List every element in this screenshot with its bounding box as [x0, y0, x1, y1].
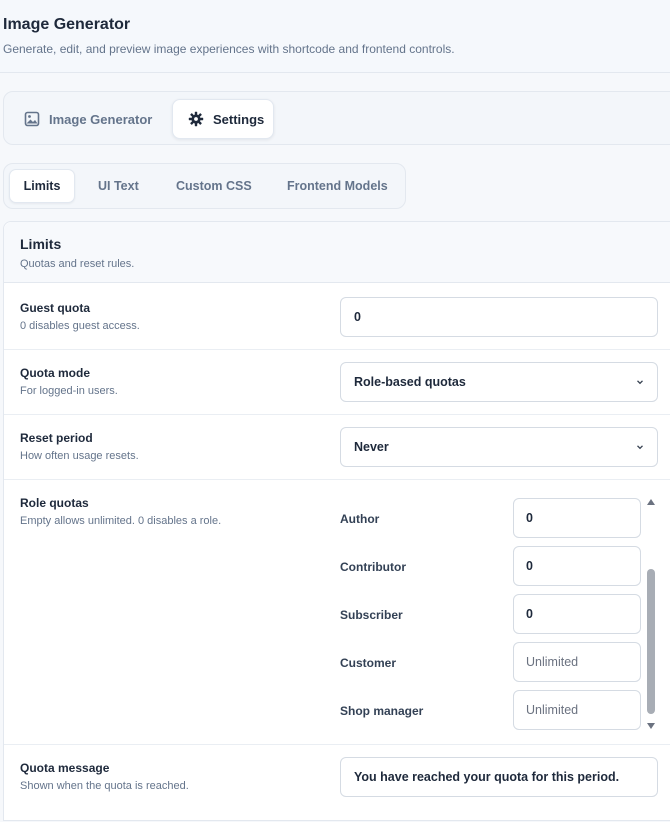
role-quotas-help: Empty allows unlimited. 0 disables a rol…: [20, 515, 222, 527]
page-header: Image Generator Generate, edit, and prev…: [0, 0, 670, 73]
tab-label: Image Generator: [49, 111, 153, 127]
role-input-subscriber[interactable]: 0: [513, 594, 641, 634]
reset-period-label: Reset period: [20, 431, 93, 445]
reset-period-select[interactable]: Never: [340, 427, 658, 467]
subtab-frontend-models[interactable]: Frontend Models: [287, 169, 388, 203]
quota-mode-select[interactable]: Role-based quotas: [340, 362, 658, 402]
quota-message-input[interactable]: You have reached your quota for this per…: [340, 757, 658, 797]
reset-period-row: Reset period How often usage resets. Nev…: [4, 415, 670, 480]
sub-tabs: Limits UI Text Custom CSS Frontend Model…: [3, 163, 406, 209]
role-input-customer[interactable]: Unlimited: [513, 642, 641, 682]
role-input-shop-manager[interactable]: Unlimited: [513, 690, 641, 730]
role-quotas-row: Role quotas Empty allows unlimited. 0 di…: [4, 480, 670, 745]
scroll-down-arrow-icon[interactable]: [647, 723, 655, 729]
role-label-customer: Customer: [340, 656, 397, 670]
reset-period-help: How often usage resets.: [20, 450, 139, 462]
scroll-up-arrow-icon[interactable]: [647, 499, 655, 505]
guest-quota-help: 0 disables guest access.: [20, 320, 140, 332]
quota-message-row: Quota message Shown when the quota is re…: [4, 745, 670, 822]
role-label-contributor: Contributor: [340, 560, 406, 574]
chevron-down-icon: [635, 377, 645, 387]
guest-quota-label: Guest quota: [20, 301, 91, 315]
role-quotas-label: Role quotas: [20, 496, 89, 510]
main-tabs: Image Generator Settings: [3, 91, 670, 145]
tab-settings[interactable]: Settings: [172, 99, 274, 139]
role-label-subscriber: Subscriber: [340, 608, 403, 622]
role-input-author[interactable]: 0: [513, 498, 641, 538]
subtab-custom-css[interactable]: Custom CSS: [176, 169, 252, 203]
scroll-thumb[interactable]: [647, 569, 655, 714]
reset-period-value: Never: [354, 440, 389, 454]
quota-mode-label: Quota mode: [20, 366, 91, 380]
subtab-ui-text[interactable]: UI Text: [98, 169, 139, 203]
panel-header: Limits Quotas and reset rules.: [4, 222, 670, 283]
page-title: Image Generator: [3, 16, 131, 33]
image-icon: [24, 111, 40, 127]
quota-mode-help: For logged-in users.: [20, 385, 118, 397]
tab-label: Settings: [213, 111, 265, 127]
quota-mode-row: Quota mode For logged-in users. Role-bas…: [4, 350, 670, 415]
chevron-down-icon: [635, 442, 645, 452]
subtab-limits[interactable]: Limits: [9, 169, 75, 203]
guest-quota-input[interactable]: 0: [340, 297, 658, 337]
role-label-author: Author: [340, 512, 380, 526]
tab-image-generator[interactable]: Image Generator: [24, 99, 152, 139]
quota-mode-value: Role-based quotas: [354, 375, 466, 389]
quota-message-help: Shown when the quota is reached.: [20, 780, 189, 792]
panel-title: Limits: [20, 236, 62, 252]
panel-subtitle: Quotas and reset rules.: [20, 258, 135, 270]
gear-icon: [188, 111, 204, 127]
limits-panel: Limits Quotas and reset rules. Guest quo…: [3, 221, 670, 821]
role-label-shop-manager: Shop manager: [340, 704, 424, 718]
page-subtitle: Generate, edit, and preview image experi…: [3, 42, 455, 56]
role-input-contributor[interactable]: 0: [513, 546, 641, 586]
quota-message-label: Quota message: [20, 761, 110, 775]
role-list-scrollbar[interactable]: [645, 495, 659, 733]
guest-quota-row: Guest quota 0 disables guest access. 0: [4, 283, 670, 350]
